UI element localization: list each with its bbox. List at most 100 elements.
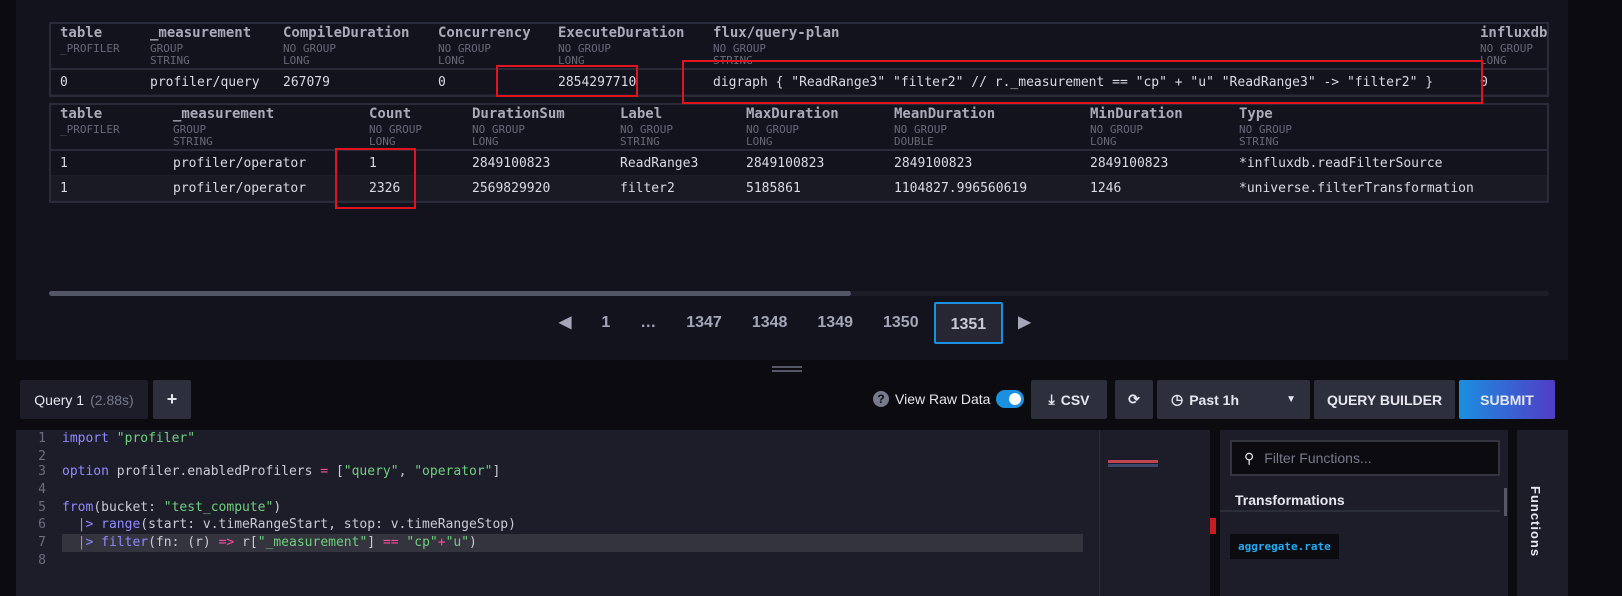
resize-handle[interactable]: [772, 366, 802, 372]
add-query-button[interactable]: +: [153, 380, 191, 419]
table-header: table _PROFILER _measurement GROUP STRING Cou…: [51, 105, 1547, 151]
horizontal-scrollbar[interactable]: [49, 291, 1549, 296]
column-type: LONG: [283, 54, 310, 67]
profiler-query-table: table _PROFILER _measurement GROUP STRING Com…: [49, 22, 1549, 97]
page-button[interactable]: 1349: [802, 302, 868, 344]
line-number: 7: [38, 535, 46, 550]
refresh-icon: ⟳: [1128, 391, 1140, 407]
function-item[interactable]: aggregate.rate: [1230, 534, 1339, 559]
column-type: LONG: [746, 135, 773, 148]
code-line: |> range(start: v.timeRangeStart, stop: …: [77, 517, 516, 532]
table-cell: 1: [369, 156, 377, 171]
table-cell: 5185861: [746, 181, 801, 196]
time-range-dropdown[interactable]: ◷ Past 1h ▼: [1157, 380, 1310, 419]
view-raw-data-toggle[interactable]: [996, 390, 1025, 408]
table-cell: 267079: [283, 75, 330, 90]
filter-functions-input[interactable]: ⚲ Filter Functions...: [1230, 440, 1500, 476]
column-header: _measurement: [150, 25, 252, 41]
column-type: LONG: [472, 135, 499, 148]
column-type: STRING: [173, 135, 213, 148]
scrollbar-thumb[interactable]: [49, 291, 851, 296]
column-header: MeanDuration: [894, 106, 996, 122]
page-button[interactable]: 1: [586, 302, 625, 344]
view-raw-data-toggle-group: ? View Raw Data: [873, 390, 1025, 408]
column-header: DurationSum: [472, 106, 565, 122]
column-type: DOUBLE: [894, 135, 934, 148]
code-line: option profiler.enabledProfilers = ["que…: [62, 464, 501, 479]
csv-button[interactable]: ⤓ CSV: [1031, 380, 1107, 419]
functions-panel: ⚲ Filter Functions... Transformations ag…: [1220, 430, 1508, 596]
table-cell: 0: [438, 75, 446, 90]
line-number: 4: [38, 482, 46, 497]
table-cell: 2854297710: [558, 75, 637, 90]
table-cell: *universe.filterTransformation: [1239, 181, 1474, 196]
column-header: Type: [1239, 106, 1273, 122]
filter-placeholder: Filter Functions...: [1264, 450, 1372, 466]
column-type: STRING: [713, 54, 753, 67]
view-raw-data-label: View Raw Data: [895, 391, 991, 407]
functions-tab[interactable]: Functions: [1517, 430, 1568, 596]
next-page-icon[interactable]: ▶: [1003, 302, 1045, 344]
table-cell: 1: [60, 156, 68, 171]
line-number: 6: [38, 517, 46, 532]
line-number: 3: [38, 464, 46, 479]
pagination-ellipsis: …: [640, 314, 657, 331]
table-cell: digraph { "ReadRange3" "filter2" // r._m…: [713, 75, 1434, 90]
column-header: CompileDuration: [283, 25, 410, 41]
table-cell: filter2: [620, 181, 675, 196]
column-header: ExecuteDuration: [558, 25, 685, 41]
query-builder-button[interactable]: QUERY BUILDER: [1314, 380, 1455, 419]
table-cell: *influxdb.readFilterSource: [1239, 156, 1443, 171]
column-header: MinDuration: [1090, 106, 1183, 122]
refresh-button[interactable]: ⟳: [1115, 380, 1153, 419]
profiler-operator-table: table _PROFILER _measurement GROUP STRING Cou…: [49, 103, 1549, 203]
column-type: LONG: [558, 54, 585, 67]
column-type: STRING: [620, 135, 660, 148]
column-header: influxdb/: [1480, 25, 1549, 41]
column-header: MaxDuration: [746, 106, 839, 122]
page-button[interactable]: 1348: [737, 302, 803, 344]
table-cell: 1104827.996560619: [894, 181, 1028, 196]
submit-button[interactable]: SUBMIT: [1459, 380, 1555, 419]
line-number: 5: [38, 500, 46, 515]
table-cell: 1246: [1090, 181, 1122, 196]
table-row: 1 profiler/operator 2326 2569829920 filter2 5…: [51, 176, 1547, 201]
table-cell: 0: [1480, 75, 1488, 90]
column-header: table: [60, 25, 103, 41]
column-header: Label: [620, 106, 663, 122]
column-type: LONG: [1090, 135, 1117, 148]
search-icon: ⚲: [1244, 449, 1255, 466]
functions-scrollbar[interactable]: [1504, 488, 1507, 516]
table-row: 0 profiler/query 267079 0 2854297710 digraph …: [51, 70, 1547, 95]
table-row: 1 profiler/operator 1 2849100823 ReadRange3 2…: [51, 151, 1547, 176]
code-line: from(bucket: "test_compute"): [62, 500, 282, 515]
minimap[interactable]: [1099, 430, 1216, 596]
column-header: Concurrency: [438, 25, 531, 41]
caret-down-icon: ▼: [1286, 394, 1296, 405]
column-group: _PROFILER: [60, 123, 120, 136]
time-range-label: Past 1h: [1189, 391, 1240, 408]
table-cell: 2849100823: [1090, 156, 1169, 171]
page-button[interactable]: 1347: [671, 302, 737, 344]
table-cell: ReadRange3: [620, 156, 699, 171]
column-header: table: [60, 106, 103, 122]
tab-query-1[interactable]: Query 1 (2.88s): [20, 380, 148, 419]
csv-label: CSV: [1060, 391, 1090, 408]
help-icon[interactable]: ?: [873, 391, 889, 407]
table-cell: 0: [60, 75, 68, 90]
pagination: ◀ 1 … 1347 1348 1349 1350 1351 ▶: [544, 302, 1046, 344]
column-type: STRING: [150, 54, 190, 67]
table-cell: 2849100823: [894, 156, 973, 171]
code-line: |> filter(fn: (r) => r["_measurement"] =…: [77, 535, 477, 550]
clock-icon: ◷: [1171, 391, 1184, 407]
page-button[interactable]: 1350: [868, 302, 934, 344]
table-header: table _PROFILER _measurement GROUP STRING Com…: [51, 24, 1547, 70]
query-tab-label: Query 1: [34, 391, 85, 408]
column-header: _measurement: [173, 106, 275, 122]
table-cell: profiler/query: [150, 75, 260, 90]
column-type: LONG: [438, 54, 465, 67]
page-button[interactable]: 1351: [933, 302, 1004, 344]
prev-page-icon[interactable]: ◀: [544, 302, 586, 344]
column-header: flux/query-plan: [713, 25, 840, 41]
flux-editor[interactable]: 1 import "profiler" 2 3 option profiler.en…: [16, 430, 1216, 596]
